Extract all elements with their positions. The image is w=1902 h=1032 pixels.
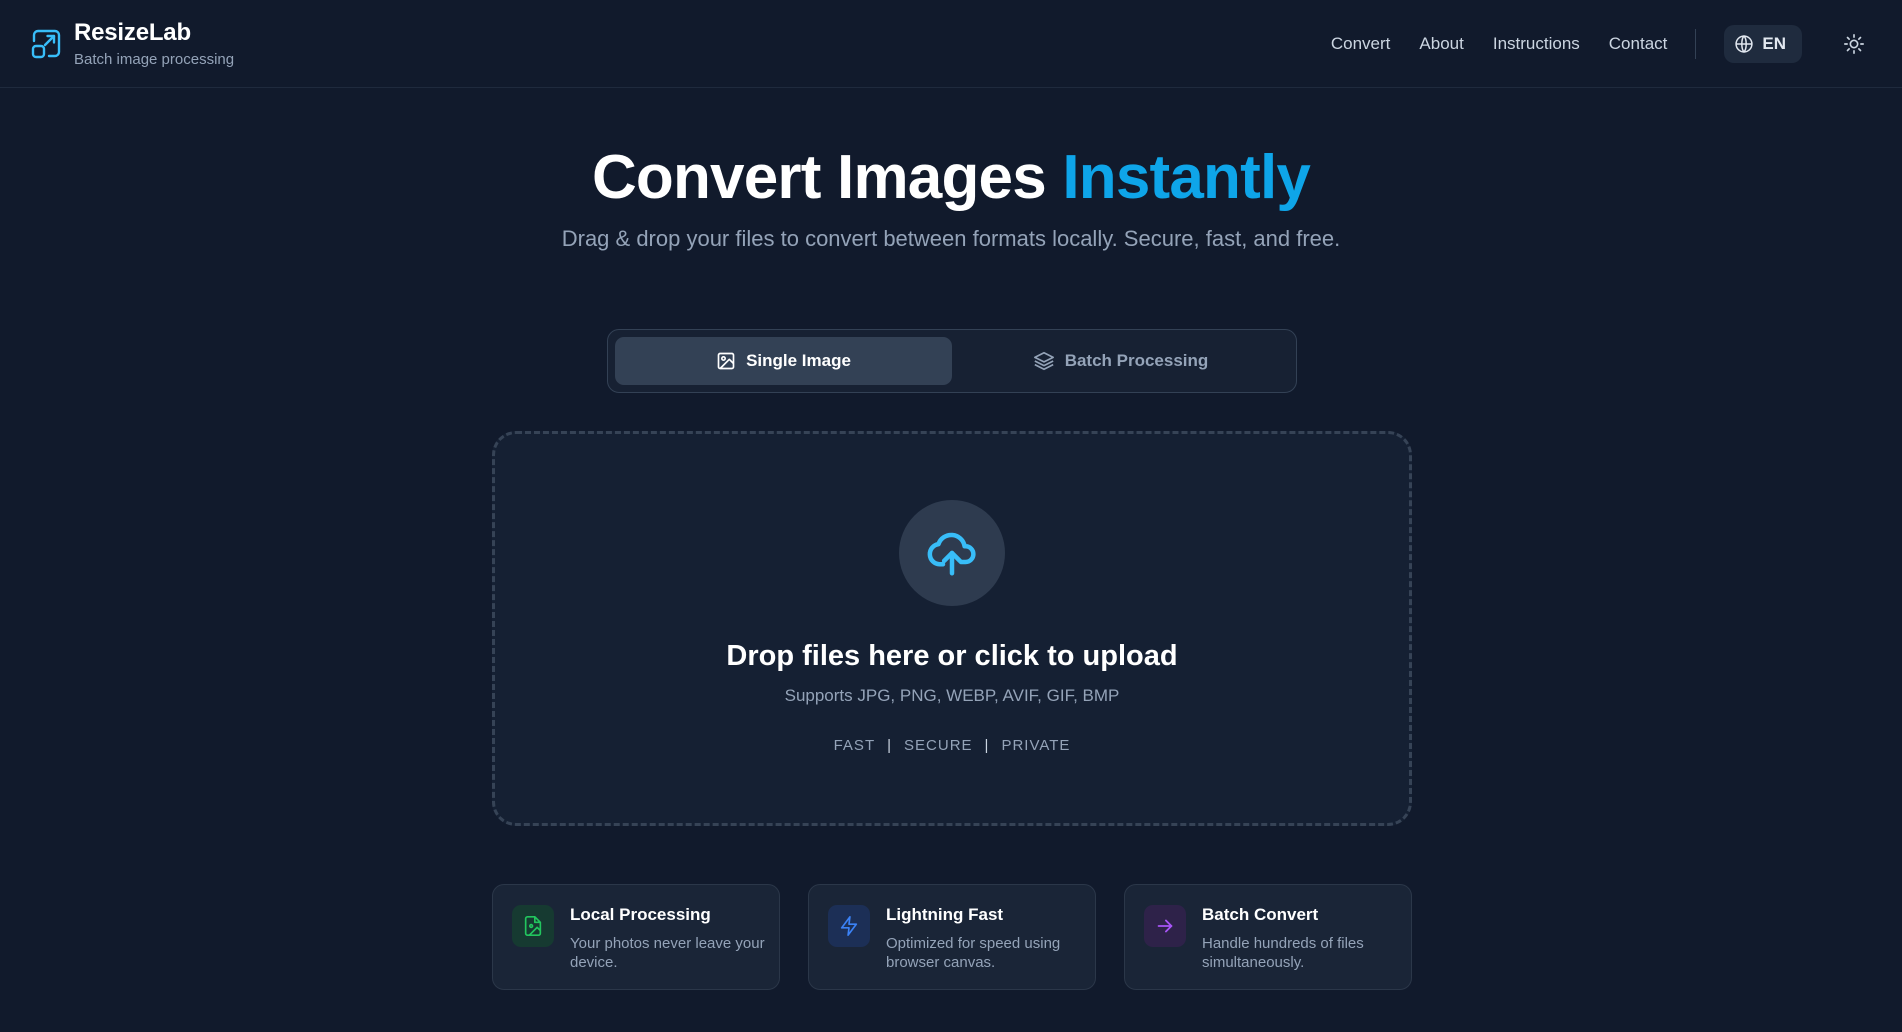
title-main: Convert Images	[591, 143, 1047, 212]
theme-toggle-button[interactable]	[1834, 24, 1874, 64]
single-image-tab[interactable]: Single Image	[615, 337, 952, 385]
feature-title: Local Processing	[570, 905, 711, 924]
arrow-right-icon	[1157, 919, 1173, 933]
dropzone-title: Drop files here or click to upload	[726, 640, 1178, 672]
feature-desc: Optimized for speed using browser canvas…	[886, 935, 1061, 971]
image-icon	[717, 352, 735, 370]
main-nav: Convert About Instructions Contact EN	[1302, 24, 1874, 64]
upload-icon-circle	[899, 500, 1005, 606]
single-image-label: Single Image	[746, 351, 851, 370]
globe-icon	[1735, 34, 1754, 53]
feature-cards: Local Processing Your photos never leave…	[492, 884, 1412, 990]
nav-contact[interactable]: Contact	[1609, 34, 1668, 54]
badge-separator: |	[984, 737, 990, 754]
brand[interactable]: ResizeLab Batch image processing	[28, 19, 234, 68]
supported-formats: Supports JPG, PNG, WEBP, AVIF, GIF, BMP	[784, 686, 1120, 705]
feature-desc: Handle hundreds of files simultaneously.	[1202, 935, 1364, 971]
feature-icon-wrap	[828, 905, 870, 947]
page-subtitle: Drag & drop your files to convert betwee…	[561, 226, 1341, 251]
mode-toggle: Single Image Batch Processing	[607, 329, 1297, 393]
app-header: ResizeLab Batch image processing Convert…	[0, 0, 1902, 88]
feature-card-batch-convert: Batch Convert Handle hundreds of files s…	[1124, 884, 1412, 990]
feature-card-lightning-fast: Lightning Fast Optimized for speed using…	[808, 884, 1096, 990]
badge-secure: SECURE	[904, 737, 973, 754]
image-file-icon	[524, 916, 542, 936]
badge-private: PRIVATE	[1001, 737, 1071, 754]
feature-icon-wrap	[1144, 905, 1186, 947]
batch-processing-tab[interactable]: Batch Processing	[952, 337, 1289, 385]
badge-fast: FAST	[833, 737, 876, 754]
nav-divider	[1695, 28, 1697, 59]
feature-card-local-processing: Local Processing Your photos never leave…	[492, 884, 780, 990]
feature-icon-wrap	[512, 905, 554, 947]
nav-convert[interactable]: Convert	[1331, 34, 1391, 54]
page-title: Convert Images Instantly	[0, 142, 1902, 213]
dropzone-badges: FAST | SECURE | PRIVATE	[495, 737, 1409, 754]
brand-name: ResizeLab	[74, 19, 191, 46]
resize-logo-icon	[31, 29, 61, 58]
language-selector-button[interactable]: EN	[1724, 24, 1802, 63]
title-accent: Instantly	[1062, 143, 1311, 212]
sun-icon	[1844, 33, 1864, 54]
brand-tagline: Batch image processing	[74, 51, 235, 68]
feature-title: Batch Convert	[1202, 905, 1319, 924]
badge-separator: |	[887, 737, 893, 754]
feature-desc: Your photos never leave your device.	[570, 935, 765, 971]
layers-icon	[1033, 351, 1054, 371]
file-dropzone[interactable]: Drop files here or click to upload Suppo…	[492, 431, 1412, 826]
nav-instructions[interactable]: Instructions	[1493, 34, 1580, 54]
nav-about[interactable]: About	[1419, 34, 1463, 54]
language-code: EN	[1762, 33, 1786, 53]
batch-processing-label: Batch Processing	[1064, 351, 1209, 370]
cloud-upload-icon	[927, 532, 976, 576]
feature-title: Lightning Fast	[886, 905, 1004, 924]
lightning-icon	[840, 916, 858, 936]
